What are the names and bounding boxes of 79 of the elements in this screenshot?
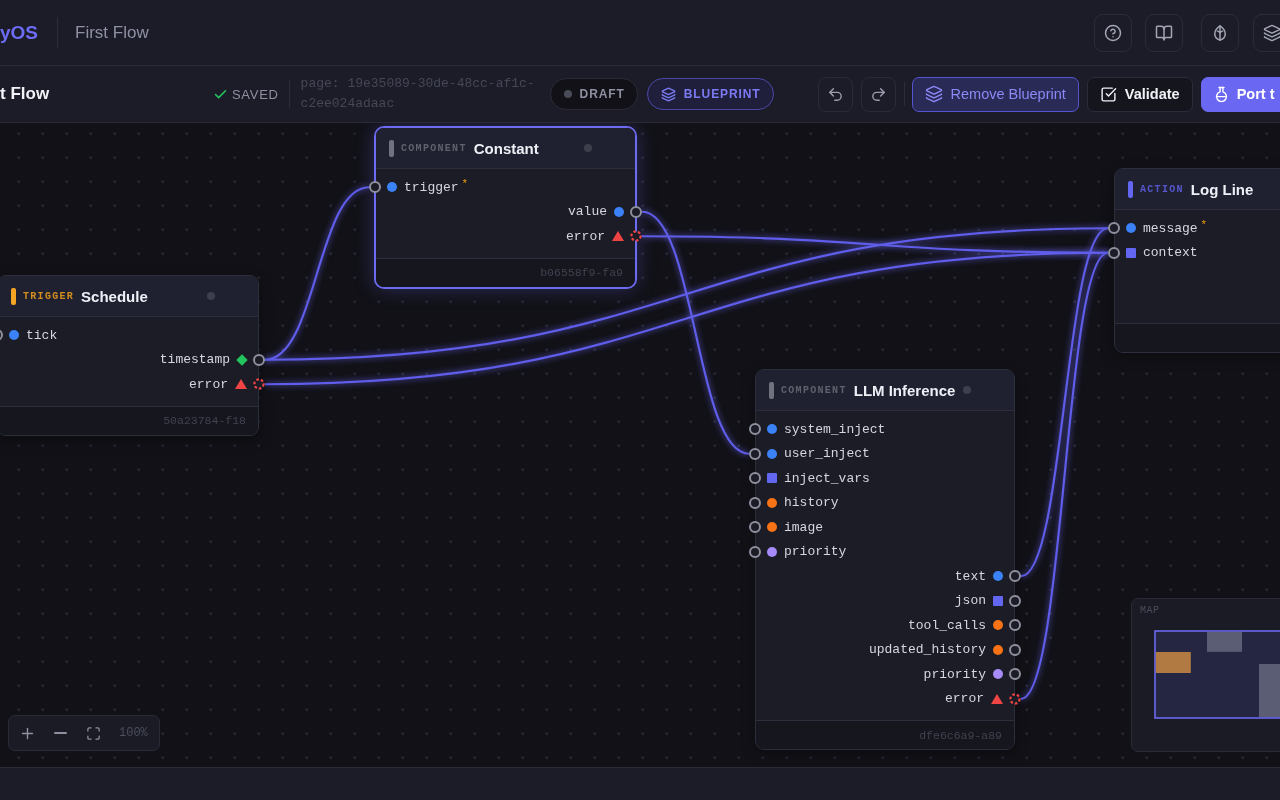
required-mark: * bbox=[461, 178, 469, 190]
checkbox-icon bbox=[1099, 85, 1117, 103]
port-handle[interactable] bbox=[1108, 222, 1120, 235]
minus-icon bbox=[53, 732, 67, 734]
port-label: priority bbox=[784, 544, 847, 560]
port-handle[interactable] bbox=[1009, 594, 1021, 607]
port-label: user_inject bbox=[784, 446, 870, 462]
port-handle[interactable] bbox=[253, 378, 265, 391]
book-icon bbox=[1155, 23, 1173, 42]
node-type-label: COMPONENT bbox=[781, 384, 847, 396]
port-label: json bbox=[954, 593, 986, 609]
help-icon bbox=[1104, 23, 1122, 42]
port-handle[interactable] bbox=[749, 521, 761, 534]
undo-icon bbox=[826, 85, 844, 103]
layers-icon bbox=[1263, 23, 1280, 42]
port-handle[interactable] bbox=[1009, 570, 1021, 583]
redo-icon bbox=[869, 85, 887, 103]
port-label: error bbox=[566, 228, 605, 244]
port-label: history bbox=[784, 495, 839, 511]
port-handle[interactable] bbox=[1108, 246, 1120, 259]
mode-tab[interactable]: BLUEPRINT bbox=[646, 78, 774, 110]
port-handle[interactable] bbox=[749, 472, 761, 485]
node-title: Constant bbox=[473, 139, 539, 157]
port-button[interactable]: Port t bbox=[1200, 76, 1280, 112]
port-label: priority bbox=[923, 666, 986, 682]
port-handle[interactable] bbox=[1009, 668, 1021, 681]
port-handle[interactable] bbox=[369, 181, 381, 194]
layers-icon bbox=[660, 86, 676, 102]
port-handle[interactable] bbox=[749, 423, 761, 436]
port-handle[interactable] bbox=[630, 205, 642, 218]
mode-tab[interactable]: DRAFT bbox=[549, 78, 638, 110]
port-handle[interactable] bbox=[1009, 619, 1021, 632]
flow-title: t Flow bbox=[0, 84, 51, 104]
flow-name: First Flow bbox=[75, 22, 149, 43]
validate-button[interactable]: Validate bbox=[1086, 76, 1193, 112]
leaf-button[interactable] bbox=[1201, 13, 1239, 52]
port-label: updated_history bbox=[868, 642, 986, 658]
port-label: error bbox=[945, 691, 984, 707]
port-label: trigger bbox=[404, 179, 459, 195]
port-label: tool_calls bbox=[908, 617, 986, 633]
port-label: inject_vars bbox=[784, 470, 870, 486]
node-title: Log Line bbox=[1190, 180, 1254, 198]
port-handle[interactable] bbox=[1009, 643, 1021, 656]
undo-button[interactable] bbox=[817, 76, 853, 112]
port-handle[interactable] bbox=[630, 230, 642, 243]
port-label: error bbox=[189, 376, 228, 392]
dot-icon bbox=[563, 90, 572, 98]
layers-button[interactable] bbox=[1253, 13, 1280, 52]
port-label: text bbox=[954, 568, 986, 584]
redo-button[interactable] bbox=[860, 76, 896, 112]
help-button[interactable] bbox=[1094, 13, 1132, 52]
node-type-label: ACTION bbox=[1140, 183, 1184, 195]
status-dot-icon bbox=[963, 386, 971, 394]
port-handle[interactable] bbox=[749, 496, 761, 509]
port-label: message bbox=[1143, 220, 1198, 236]
node-type-label: COMPONENT bbox=[401, 142, 467, 154]
port-handle[interactable] bbox=[749, 545, 761, 558]
port-label: tick bbox=[26, 327, 58, 343]
port-label: image bbox=[784, 519, 823, 535]
port-label: context bbox=[1143, 245, 1198, 261]
port-label: value bbox=[568, 204, 607, 220]
node-title: Schedule bbox=[81, 287, 148, 305]
port-label: timestamp bbox=[159, 352, 230, 368]
book-button[interactable] bbox=[1145, 13, 1183, 52]
expand-icon bbox=[85, 725, 101, 741]
layers-icon bbox=[924, 85, 943, 103]
node-title: LLM Inference bbox=[853, 381, 956, 399]
port-handle[interactable] bbox=[253, 353, 265, 366]
port-label: system_inject bbox=[784, 421, 886, 437]
required-mark: * bbox=[1200, 219, 1208, 231]
port-handle[interactable] bbox=[749, 447, 761, 460]
brand-name: yOS bbox=[0, 21, 39, 44]
node-type-label: TRIGGER bbox=[23, 290, 75, 302]
leaf-icon bbox=[1211, 23, 1229, 42]
save-status-label: SAVED bbox=[232, 86, 279, 102]
port-handle[interactable] bbox=[1009, 692, 1021, 705]
status-dot-icon bbox=[207, 292, 215, 300]
remove-blueprint-button[interactable]: Remove Blueprint bbox=[911, 76, 1079, 112]
status-dot-icon bbox=[584, 144, 592, 152]
